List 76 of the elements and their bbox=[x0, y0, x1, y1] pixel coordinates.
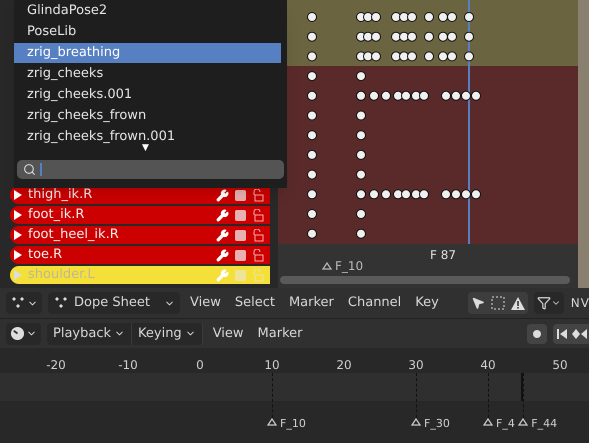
menu-item[interactable]: View bbox=[186, 293, 225, 313]
selection-box-icon[interactable] bbox=[490, 295, 506, 311]
dropdown-item[interactable]: PoseLib bbox=[14, 22, 281, 42]
jump-start-icon[interactable] bbox=[556, 328, 568, 340]
lock-icon[interactable] bbox=[252, 208, 264, 222]
menu-item[interactable]: Marker bbox=[254, 324, 306, 344]
menu-item[interactable]: Select bbox=[230, 293, 279, 313]
channel-name: shoulder.L bbox=[28, 266, 96, 284]
channel-row[interactable]: foot_ik.R bbox=[10, 206, 270, 224]
channel-row[interactable]: toe.R bbox=[10, 246, 270, 264]
menu-item[interactable]: Key bbox=[411, 293, 443, 313]
editor-type-button[interactable] bbox=[6, 292, 42, 314]
wrench-icon[interactable] bbox=[216, 248, 229, 262]
marker-label: F_44 bbox=[531, 418, 558, 430]
cursor-icon[interactable] bbox=[470, 296, 485, 310]
wrench-icon[interactable] bbox=[216, 188, 229, 202]
warning-icon[interactable] bbox=[510, 296, 526, 310]
channel-row[interactable]: foot_heel_ik.R bbox=[10, 226, 270, 244]
marker-icon[interactable] bbox=[483, 418, 493, 426]
marker-label: F_10 bbox=[280, 418, 306, 430]
checkbox[interactable] bbox=[235, 210, 246, 220]
search-icon bbox=[23, 163, 36, 176]
ruler-label: 50 bbox=[552, 357, 568, 374]
editor-type-button[interactable] bbox=[6, 322, 41, 344]
marker-icon[interactable] bbox=[411, 418, 421, 426]
ruler-label: 10 bbox=[264, 357, 280, 374]
menu-item[interactable]: Marker bbox=[284, 293, 338, 313]
wrench-icon[interactable] bbox=[216, 228, 229, 242]
checkbox[interactable] bbox=[235, 250, 246, 260]
checkbox[interactable] bbox=[235, 270, 246, 280]
search-field[interactable] bbox=[17, 160, 284, 179]
marker-icon[interactable] bbox=[518, 418, 528, 426]
ruler-label: 0 bbox=[196, 357, 204, 374]
dope-sheet-icon bbox=[53, 296, 69, 310]
dropdown-item[interactable]: GlindaPose2 bbox=[14, 1, 281, 21]
channel-name: foot_ik.R bbox=[28, 206, 86, 224]
filter-icon bbox=[536, 296, 551, 310]
lock-icon[interactable] bbox=[252, 188, 264, 202]
menu-dropdown[interactable]: Playback bbox=[47, 322, 132, 344]
dope-sheet-icon bbox=[10, 296, 26, 310]
filter-button[interactable] bbox=[534, 292, 564, 314]
dropdown-item[interactable]: zrig_cheeks.001 bbox=[14, 85, 281, 105]
marker-label: F_10 bbox=[335, 260, 364, 272]
editor-mode-dropdown[interactable]: Dope Sheet bbox=[48, 292, 180, 314]
marker-label: F_30 bbox=[424, 418, 450, 430]
dropdown-item[interactable]: zrig_cheeks bbox=[14, 64, 281, 84]
ruler-label: 40 bbox=[480, 357, 496, 374]
marker-icon[interactable] bbox=[322, 262, 332, 270]
lock-icon[interactable] bbox=[252, 228, 264, 242]
menu-item[interactable]: View bbox=[208, 324, 248, 344]
checkbox[interactable] bbox=[235, 230, 246, 240]
wrench-icon[interactable] bbox=[216, 208, 229, 222]
keyframe-jump-icon[interactable] bbox=[572, 328, 588, 340]
dropdown-item[interactable]: zrig_breathing bbox=[14, 43, 281, 63]
clock-icon bbox=[10, 326, 25, 341]
current-frame-label: F 87 bbox=[430, 247, 456, 264]
checkbox[interactable] bbox=[235, 190, 246, 200]
cut-label[interactable]: N bbox=[570, 294, 580, 312]
ruler-label: 20 bbox=[336, 357, 352, 374]
scrollbar[interactable] bbox=[280, 276, 570, 284]
marker-label: F_4 bbox=[496, 418, 515, 430]
menu-dropdown[interactable]: Keying bbox=[132, 322, 203, 344]
channel-name: foot_heel_ik.R bbox=[28, 226, 120, 244]
more-arrow[interactable]: ▼ bbox=[142, 143, 149, 153]
dropdown-item[interactable]: zrig_cheeks_frown bbox=[14, 106, 281, 126]
channel-name: toe.R bbox=[28, 246, 64, 264]
ruler-label: 30 bbox=[408, 357, 424, 374]
cut-label[interactable]: V bbox=[580, 294, 589, 312]
channel-name: thigh_ik.R bbox=[28, 186, 94, 204]
record-icon bbox=[533, 330, 541, 338]
ruler-label: -20 bbox=[46, 357, 66, 374]
menu-item[interactable]: Channel bbox=[344, 293, 406, 313]
ruler-label: -10 bbox=[118, 357, 138, 374]
record-button[interactable] bbox=[527, 324, 547, 344]
marker-icon[interactable] bbox=[267, 418, 277, 426]
lock-icon[interactable] bbox=[252, 248, 264, 262]
